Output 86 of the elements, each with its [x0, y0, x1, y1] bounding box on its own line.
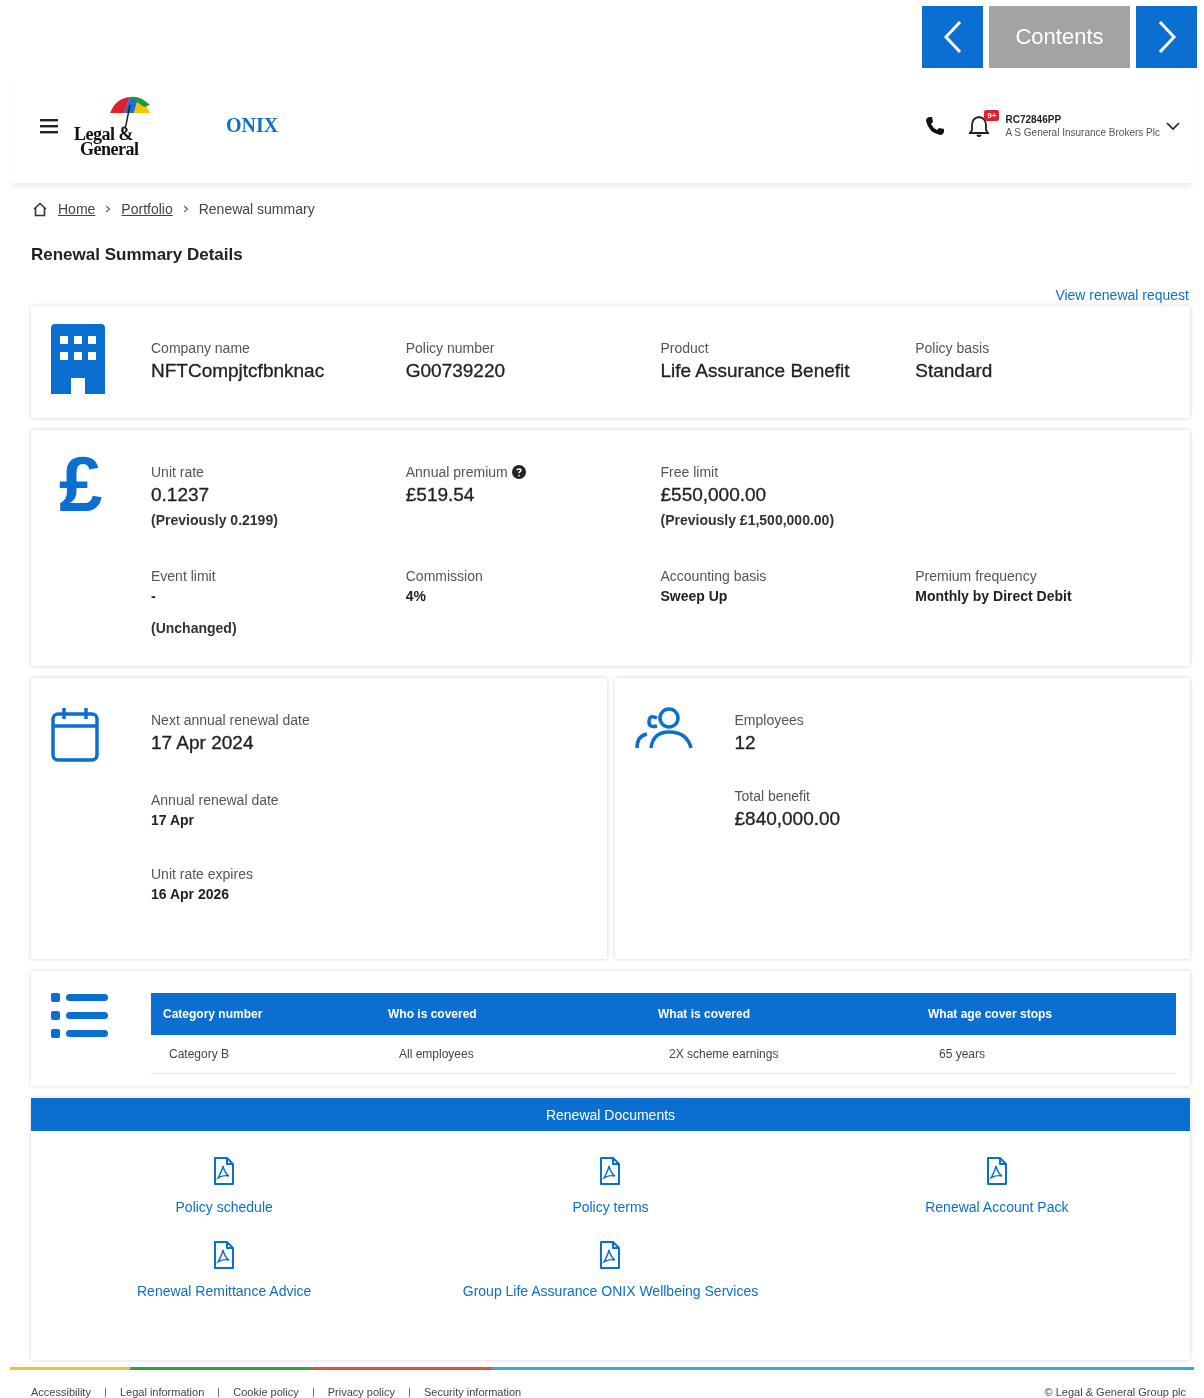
phone-icon[interactable] [925, 115, 946, 136]
footer-link[interactable]: Accessibility [31, 1386, 91, 1398]
footer-link[interactable]: Legal information [119, 1386, 205, 1398]
account-name: A S General Insurance Brokers Plc [1005, 126, 1160, 138]
field-value: Monthly by Direct Debit [915, 588, 1073, 604]
chevron-right-icon [182, 205, 189, 213]
field-value: 17 Apr 2024 [151, 732, 255, 754]
chevron-left-icon [942, 20, 963, 54]
field-value: Life Assurance Benefit [660, 360, 851, 382]
chevron-right-icon [105, 205, 112, 213]
people-icon [634, 706, 693, 750]
next-button[interactable] [1136, 6, 1197, 68]
field-value: 16 Apr 2026 [151, 886, 231, 902]
field-note: (Unchanged) [151, 620, 238, 636]
field-label: Unit rate [151, 464, 204, 480]
field-label: Event limit [151, 568, 216, 584]
breadcrumb-link[interactable]: Home [58, 201, 96, 217]
page-title: Renewal Summary Details [31, 245, 244, 265]
field-value: G00739220 [405, 360, 507, 382]
app-name: ONIX [226, 114, 279, 137]
document-link[interactable]: Renewal Remittance Advice [31, 1241, 418, 1299]
field-label: Annual premium [405, 464, 508, 480]
field-value: 17 Apr [151, 812, 196, 828]
pdf-file-icon [213, 1241, 236, 1269]
field-value: Standard [915, 360, 994, 382]
field-label: Accounting basis [660, 568, 767, 584]
field-value: 0.1237 [151, 484, 211, 506]
field-label: Premium frequency [915, 568, 1037, 584]
chevron-down-icon[interactable] [1166, 120, 1180, 131]
table-cell-text: Category B [169, 1047, 231, 1061]
field-note: (Previously 0.2199) [151, 512, 279, 528]
field-value: £519.54 [405, 484, 476, 506]
table-cell-text: 2X scheme earnings [669, 1047, 780, 1061]
footer-link[interactable]: Security information [423, 1386, 522, 1398]
pdf-file-icon [985, 1157, 1008, 1185]
column-header: What is covered [658, 1007, 752, 1021]
logo-text: Legal & General [74, 126, 139, 157]
field-value: Sweep Up [660, 588, 729, 604]
document-link[interactable]: Policy terms [417, 1157, 804, 1215]
field-label: Product [660, 340, 710, 356]
account-id: RC72846PP [1005, 113, 1063, 125]
documents-header: Renewal Documents [31, 1098, 1190, 1131]
field-value: 4% [405, 588, 427, 604]
field-label: Employees [734, 712, 805, 728]
pound-icon: £ [59, 454, 103, 636]
view-renewal-link[interactable]: View renewal request [1055, 287, 1189, 303]
copyright-text: © Legal & General Group plc [1044, 1386, 1186, 1398]
field-label: Total benefit [734, 788, 811, 804]
field-note: (Previously £1,500,000.00) [660, 512, 836, 528]
table-cell-text: All employees [399, 1047, 475, 1061]
field-value: - [151, 588, 157, 604]
field-value: £840,000.00 [734, 808, 841, 830]
field-label: Policy basis [915, 340, 991, 356]
field-label: Free limit [660, 464, 719, 480]
building-icon [51, 324, 105, 394]
field-label: Commission [405, 568, 483, 584]
help-icon[interactable] [511, 465, 526, 479]
pdf-file-icon [599, 1241, 622, 1269]
column-header: Who is covered [388, 1007, 478, 1021]
footer-link[interactable]: Cookie policy [233, 1386, 299, 1398]
document-link[interactable]: Group Life Assurance ONIX Wellbeing Services [417, 1241, 804, 1299]
field-label: Unit rate expires [151, 866, 254, 882]
document-link[interactable]: Renewal Account Pack [803, 1157, 1190, 1215]
calendar-icon [51, 706, 99, 762]
menu-icon[interactable] [40, 117, 58, 134]
previous-button[interactable] [922, 6, 983, 68]
column-header: Category number [163, 1007, 264, 1021]
field-label: Next annual renewal date [151, 712, 310, 728]
chevron-right-icon [1156, 20, 1177, 54]
field-label: Company name [151, 340, 251, 356]
pdf-file-icon [213, 1157, 236, 1185]
field-label: Policy number [405, 340, 496, 356]
field-value: £550,000.00 [660, 484, 768, 506]
home-icon[interactable] [32, 201, 48, 217]
notification-badge: 9+ [984, 109, 1000, 121]
document-link[interactable]: Policy schedule [31, 1157, 418, 1215]
field-value: 12 [734, 732, 757, 754]
field-label: Annual renewal date [151, 792, 280, 808]
table-cell-text: 65 years [939, 1047, 987, 1061]
pdf-file-icon [599, 1157, 622, 1185]
list-icon [51, 993, 109, 1041]
footer-link[interactable]: Privacy policy [327, 1386, 395, 1398]
breadcrumb-current: Renewal summary [198, 201, 315, 217]
column-header: What age cover stops [928, 1007, 1054, 1021]
breadcrumb-link[interactable]: Portfolio [121, 201, 173, 217]
field-value: NFTCompjtcfbnknac [151, 360, 326, 382]
